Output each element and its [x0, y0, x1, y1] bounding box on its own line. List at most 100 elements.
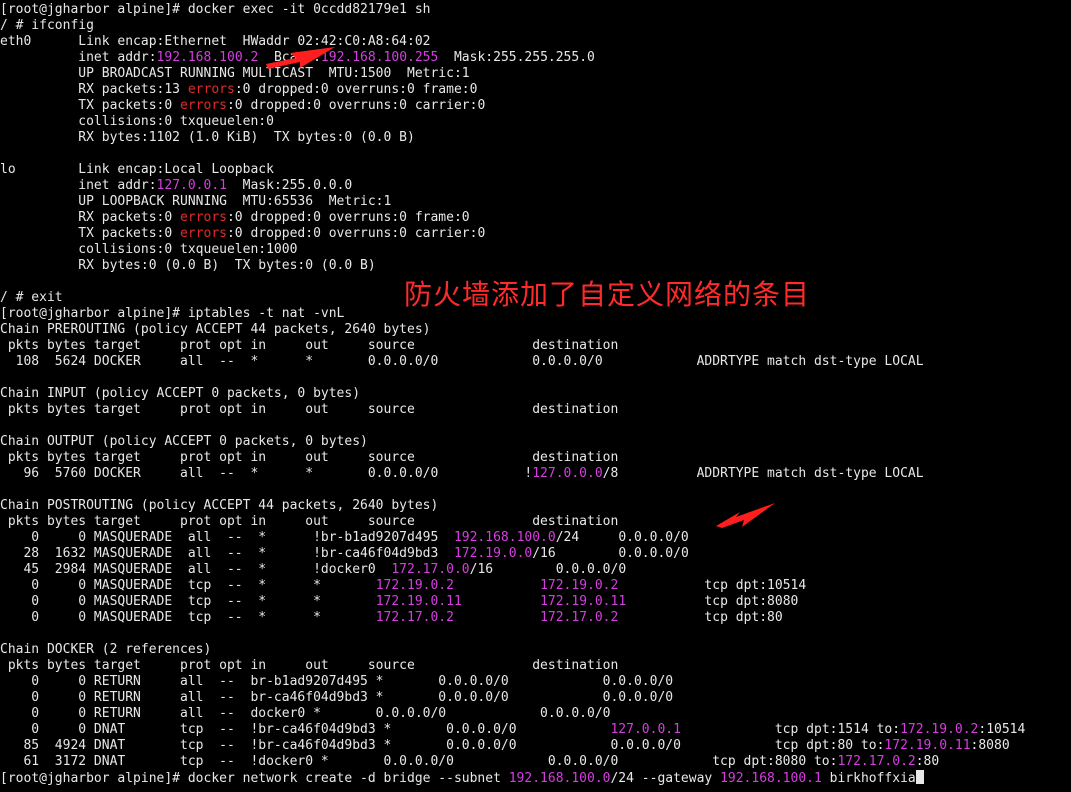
terminal-text: / # exit	[0, 290, 63, 305]
terminal-text: :8080	[970, 738, 1010, 753]
terminal-line: 0 0 MASQUERADE all -- * !br-b1ad9207d495…	[0, 530, 1071, 546]
terminal-text: 85 4924 DNAT tcp -- !br-ca46f04d9bd3 * 0…	[0, 738, 885, 753]
ip-address: 192.168.100.1	[720, 771, 822, 786]
terminal-text: / # ifconfig	[0, 18, 94, 33]
terminal-text: eth0 Link encap:Ethernet HWaddr 02:42:C0…	[0, 34, 431, 49]
terminal-text: :80	[915, 754, 940, 769]
ip-address: 172.19.0.2	[375, 578, 454, 593]
terminal-line: 0 0 RETURN all -- br-ca46f04d9bd3 * 0.0.…	[0, 690, 1071, 706]
terminal-text: [root@jgharbor alpine]# docker network c…	[0, 771, 509, 786]
error-label: errors	[187, 82, 235, 97]
ip-address: 172.17.0.2	[375, 610, 454, 625]
terminal-line: / # ifconfig	[0, 18, 1071, 34]
terminal-text: Chain INPUT (policy ACCEPT 0 packets, 0 …	[0, 386, 361, 401]
terminal-text: Mask:255.0.0.0	[227, 178, 353, 193]
terminal-text: 0 0 RETURN all -- br-ca46f04d9bd3 * 0.0.…	[0, 690, 674, 705]
annotation-text: 防火墙添加了自定义网络的条目	[404, 278, 811, 311]
ip-address: 172.17.0.2	[540, 610, 619, 625]
error-label: errors	[180, 210, 227, 225]
terminal-text: :0 dropped:0 overruns:0 carrier:0	[226, 226, 486, 241]
terminal-line: 0 0 MASQUERADE tcp -- * * 172.19.0.2 172…	[0, 578, 1071, 594]
terminal-line: Chain OUTPUT (policy ACCEPT 0 packets, 0…	[0, 434, 1071, 450]
terminal-text: 45 2984 MASQUERADE all -- * !docker0	[0, 562, 392, 577]
terminal-text: Chain POSTROUTING (policy ACCEPT 44 pack…	[0, 498, 439, 513]
terminal-text: tcp dpt:80	[618, 610, 783, 625]
ip-address: 192.168.100.255	[320, 50, 439, 65]
terminal-line: UP BROADCAST RUNNING MULTICAST MTU:1500 …	[0, 66, 1071, 82]
terminal-text: 61 3172 DNAT tcp -- !docker0 * 0.0.0.0/0…	[0, 754, 838, 769]
terminal-line: collisions:0 txqueuelen:0	[0, 114, 1071, 130]
terminal-line: [root@jgharbor alpine]# docker network c…	[0, 770, 1071, 786]
terminal-text: 108 5624 DOCKER all -- * * 0.0.0.0/0 0.0…	[0, 354, 924, 369]
terminal-line: UP LOOPBACK RUNNING MTU:65536 Metric:1	[0, 194, 1071, 210]
error-label: errors	[180, 98, 227, 113]
terminal-line: TX packets:0 errors:0 dropped:0 overruns…	[0, 98, 1071, 114]
ip-address: 172.17.0.2	[837, 754, 916, 769]
terminal-text: tcp dpt:8080	[626, 594, 799, 609]
terminal-text: 96 5760 DOCKER all -- * * 0.0.0.0/0 !	[0, 466, 533, 481]
terminal-line: 0 0 RETURN all -- docker0 * 0.0.0.0/0 0.…	[0, 706, 1071, 722]
terminal-text: Chain PREROUTING (policy ACCEPT 44 packe…	[0, 322, 431, 337]
ip-address: 192.168.100.2	[156, 50, 259, 65]
ip-address: 192.168.100.0	[453, 530, 556, 545]
terminal-text: 0 0 MASQUERADE all -- * !br-b1ad9207d495	[0, 530, 454, 545]
terminal-line: Chain INPUT (policy ACCEPT 0 packets, 0 …	[0, 386, 1071, 402]
terminal-text: RX bytes:1102 (1.0 KiB) TX bytes:0 (0.0 …	[0, 130, 415, 145]
terminal-text: :0 dropped:0 overruns:0 frame:0	[226, 210, 470, 225]
terminal-text: TX packets:0	[0, 226, 181, 241]
terminal-text: [root@jgharbor alpine]# iptables -t nat …	[0, 306, 345, 321]
ip-address: 172.19.0.2	[900, 722, 979, 737]
ip-address: 127.0.0.1	[156, 178, 227, 193]
terminal-text: inet addr:	[0, 178, 157, 193]
terminal-line: 45 2984 MASQUERADE all -- * !docker0 172…	[0, 562, 1071, 578]
terminal-text: 0 0 DNAT tcp -- !br-ca46f04d9bd3 * 0.0.0…	[0, 722, 611, 737]
terminal-text: /24 --gateway	[610, 771, 721, 786]
terminal-line: eth0 Link encap:Ethernet HWaddr 02:42:C0…	[0, 34, 1071, 50]
terminal-text: inet addr:	[0, 50, 157, 65]
terminal-line: collisions:0 txqueuelen:1000	[0, 242, 1071, 258]
terminal-text: lo Link encap:Local Loopback	[0, 162, 274, 177]
terminal-text: /24 0.0.0.0/0	[555, 530, 689, 545]
terminal-line: 28 1632 MASQUERADE all -- * !br-ca46f04d…	[0, 546, 1071, 562]
terminal-cursor	[915, 770, 924, 784]
terminal-line: 96 5760 DOCKER all -- * * 0.0.0.0/0 !127…	[0, 466, 1071, 482]
terminal-text: tcp dpt:1514 to:	[680, 722, 901, 737]
terminal-output[interactable]: [root@jgharbor alpine]# docker exec -it …	[0, 2, 1071, 790]
terminal-text: pkts bytes target prot opt in out source…	[0, 402, 619, 417]
ip-address: 172.19.0.11	[540, 594, 627, 609]
terminal-line: Chain DOCKER (2 references)	[0, 642, 1071, 658]
terminal-line: 61 3172 DNAT tcp -- !docker0 * 0.0.0.0/0…	[0, 754, 1071, 770]
terminal-line: pkts bytes target prot opt in out source…	[0, 450, 1071, 466]
terminal-line: pkts bytes target prot opt in out source…	[0, 338, 1071, 354]
ip-address: 172.19.0.2	[540, 578, 619, 593]
terminal-text: [root@jgharbor alpine]# docker exec -it …	[0, 2, 431, 17]
ip-address: 192.168.100.0	[508, 771, 611, 786]
terminal-text: Mask:255.255.255.0	[438, 50, 595, 65]
terminal-text: pkts bytes target prot opt in out source…	[0, 450, 619, 465]
terminal-text: UP BROADCAST RUNNING MULTICAST MTU:1500 …	[0, 66, 470, 81]
terminal-text: RX packets:0	[0, 210, 181, 225]
terminal-text: :10514	[978, 722, 1026, 737]
terminal-text: tcp dpt:10514	[618, 578, 807, 593]
terminal-text: /8 ADDRTYPE match dst-type LOCAL	[602, 466, 924, 481]
terminal-line: 0 0 MASQUERADE tcp -- * * 172.17.0.2 172…	[0, 610, 1071, 626]
terminal-line: pkts bytes target prot opt in out source…	[0, 658, 1071, 674]
terminal-line: 85 4924 DNAT tcp -- !br-ca46f04d9bd3 * 0…	[0, 738, 1071, 754]
terminal-line: Chain POSTROUTING (policy ACCEPT 44 pack…	[0, 498, 1071, 514]
terminal-line: 0 0 DNAT tcp -- !br-ca46f04d9bd3 * 0.0.0…	[0, 722, 1071, 738]
terminal-line: 0 0 RETURN all -- br-b1ad9207d495 * 0.0.…	[0, 674, 1071, 690]
terminal-text: /16 0.0.0.0/0	[532, 546, 689, 561]
terminal-text: RX packets:13	[0, 82, 188, 97]
terminal-line: inet addr:192.168.100.2 Bcast:192.168.10…	[0, 50, 1071, 66]
terminal-text: 0 0 MASQUERADE tcp -- * *	[0, 610, 376, 625]
terminal-line: Chain PREROUTING (policy ACCEPT 44 packe…	[0, 322, 1071, 338]
terminal-text: 0 0 RETURN all -- docker0 * 0.0.0.0/0 0.…	[0, 706, 611, 721]
terminal-line: RX bytes:1102 (1.0 KiB) TX bytes:0 (0.0 …	[0, 130, 1071, 146]
